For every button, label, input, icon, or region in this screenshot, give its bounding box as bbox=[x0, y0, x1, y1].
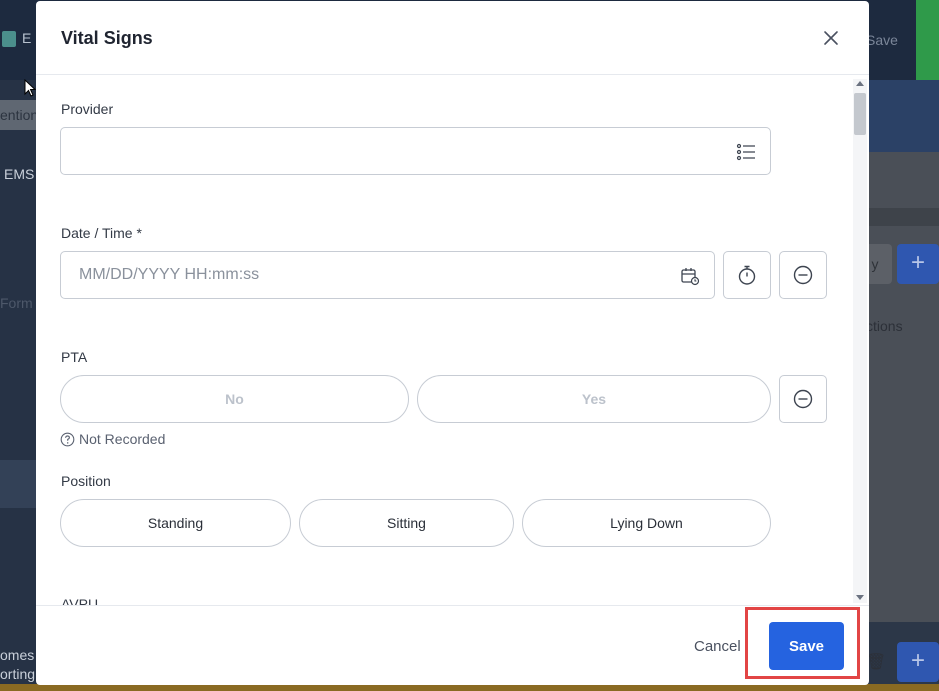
datetime-label: Date / Time * bbox=[61, 225, 142, 241]
actions-column-header: ctions bbox=[866, 318, 903, 334]
scroll-thumb[interactable] bbox=[854, 93, 866, 135]
sidebar-item-active[interactable] bbox=[0, 460, 36, 508]
intervention-tab[interactable]: ention bbox=[0, 100, 36, 130]
save-button[interactable]: Save bbox=[769, 622, 844, 670]
sidebar-form-label: Form bbox=[0, 295, 33, 311]
pta-status-note: Not Recorded bbox=[60, 431, 165, 447]
add-row-button[interactable]: + bbox=[897, 642, 939, 682]
calendar-clock-icon[interactable] bbox=[680, 266, 700, 286]
stopwatch-icon bbox=[738, 265, 756, 285]
list-icon[interactable] bbox=[736, 142, 756, 162]
cancel-button[interactable]: Cancel bbox=[694, 638, 741, 655]
app-logo: E bbox=[2, 30, 31, 48]
header-green-button[interactable] bbox=[916, 0, 939, 80]
subheader-band bbox=[869, 80, 939, 152]
pta-no-button[interactable]: No bbox=[60, 375, 409, 423]
position-lying-down-button[interactable]: Lying Down bbox=[522, 499, 771, 547]
modal-body: Provider Date / Time * MM/DD/YYYY HH:mm:… bbox=[36, 75, 869, 605]
vital-signs-modal: Vital Signs Provider Date / Time * MM/DD… bbox=[36, 1, 869, 685]
datetime-input[interactable]: MM/DD/YYYY HH:mm:ss bbox=[60, 251, 715, 299]
pta-yes-button[interactable]: Yes bbox=[417, 375, 771, 423]
add-button[interactable]: + bbox=[897, 244, 939, 284]
modal-scrollbar[interactable] bbox=[853, 79, 867, 603]
avpu-label: AVPU bbox=[61, 596, 99, 605]
now-timer-button[interactable] bbox=[723, 251, 771, 299]
position-standing-button[interactable]: Standing bbox=[60, 499, 291, 547]
pta-clear-button[interactable] bbox=[779, 375, 827, 423]
scroll-up-arrow[interactable] bbox=[856, 81, 864, 86]
provider-label: Provider bbox=[61, 101, 114, 117]
modal-title: Vital Signs bbox=[61, 28, 153, 48]
provider-input[interactable] bbox=[60, 127, 771, 175]
modal-footer: Cancel Save bbox=[36, 605, 869, 685]
datetime-clear-button[interactable] bbox=[779, 251, 827, 299]
minus-circle-icon bbox=[793, 389, 813, 409]
footer-strip bbox=[0, 684, 939, 691]
sidebar-ems-label: EMS bbox=[4, 166, 35, 182]
logo-icon bbox=[2, 31, 16, 48]
datetime-placeholder: MM/DD/YYYY HH:mm:ss bbox=[79, 266, 260, 283]
close-icon[interactable] bbox=[820, 27, 842, 49]
modal-header: Vital Signs bbox=[36, 1, 869, 75]
pta-label: PTA bbox=[61, 349, 88, 365]
scroll-down-arrow[interactable] bbox=[856, 595, 864, 600]
minus-circle-icon bbox=[793, 265, 813, 285]
position-label: Position bbox=[61, 473, 111, 489]
question-circle-icon bbox=[60, 432, 75, 446]
pta-status-text: Not Recorded bbox=[79, 431, 166, 447]
position-sitting-button[interactable]: Sitting bbox=[299, 499, 514, 547]
trash-icon[interactable]: 🗑 bbox=[866, 652, 886, 672]
header-save-button[interactable]: Save bbox=[866, 32, 898, 48]
mouse-cursor-icon bbox=[24, 79, 36, 97]
right-panel-row bbox=[869, 208, 939, 226]
